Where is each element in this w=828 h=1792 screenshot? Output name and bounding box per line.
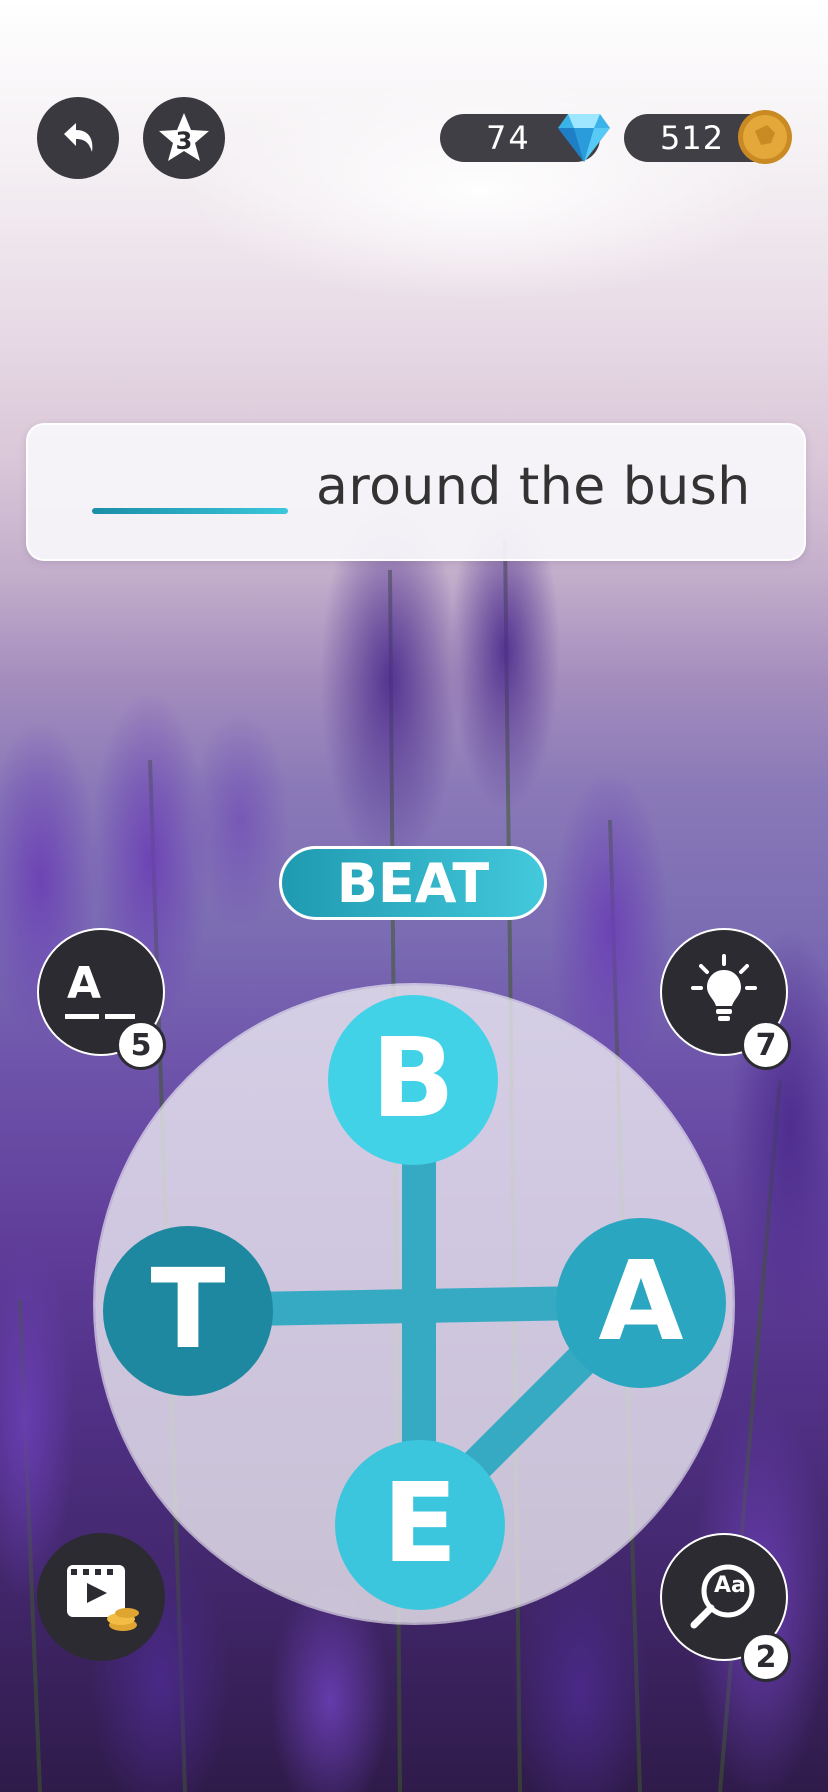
- watch-video-button[interactable]: [37, 1533, 165, 1661]
- magnifier-label: Aa: [714, 1573, 746, 1598]
- letter-e[interactable]: E: [335, 1440, 505, 1610]
- magnifier-count: 2: [741, 1632, 791, 1682]
- letter-t[interactable]: T: [103, 1226, 273, 1396]
- star-level-number: 3: [175, 127, 193, 155]
- video-coins-icon: [67, 1565, 139, 1631]
- letter-a[interactable]: A: [556, 1218, 726, 1388]
- letter-b[interactable]: B: [328, 995, 498, 1165]
